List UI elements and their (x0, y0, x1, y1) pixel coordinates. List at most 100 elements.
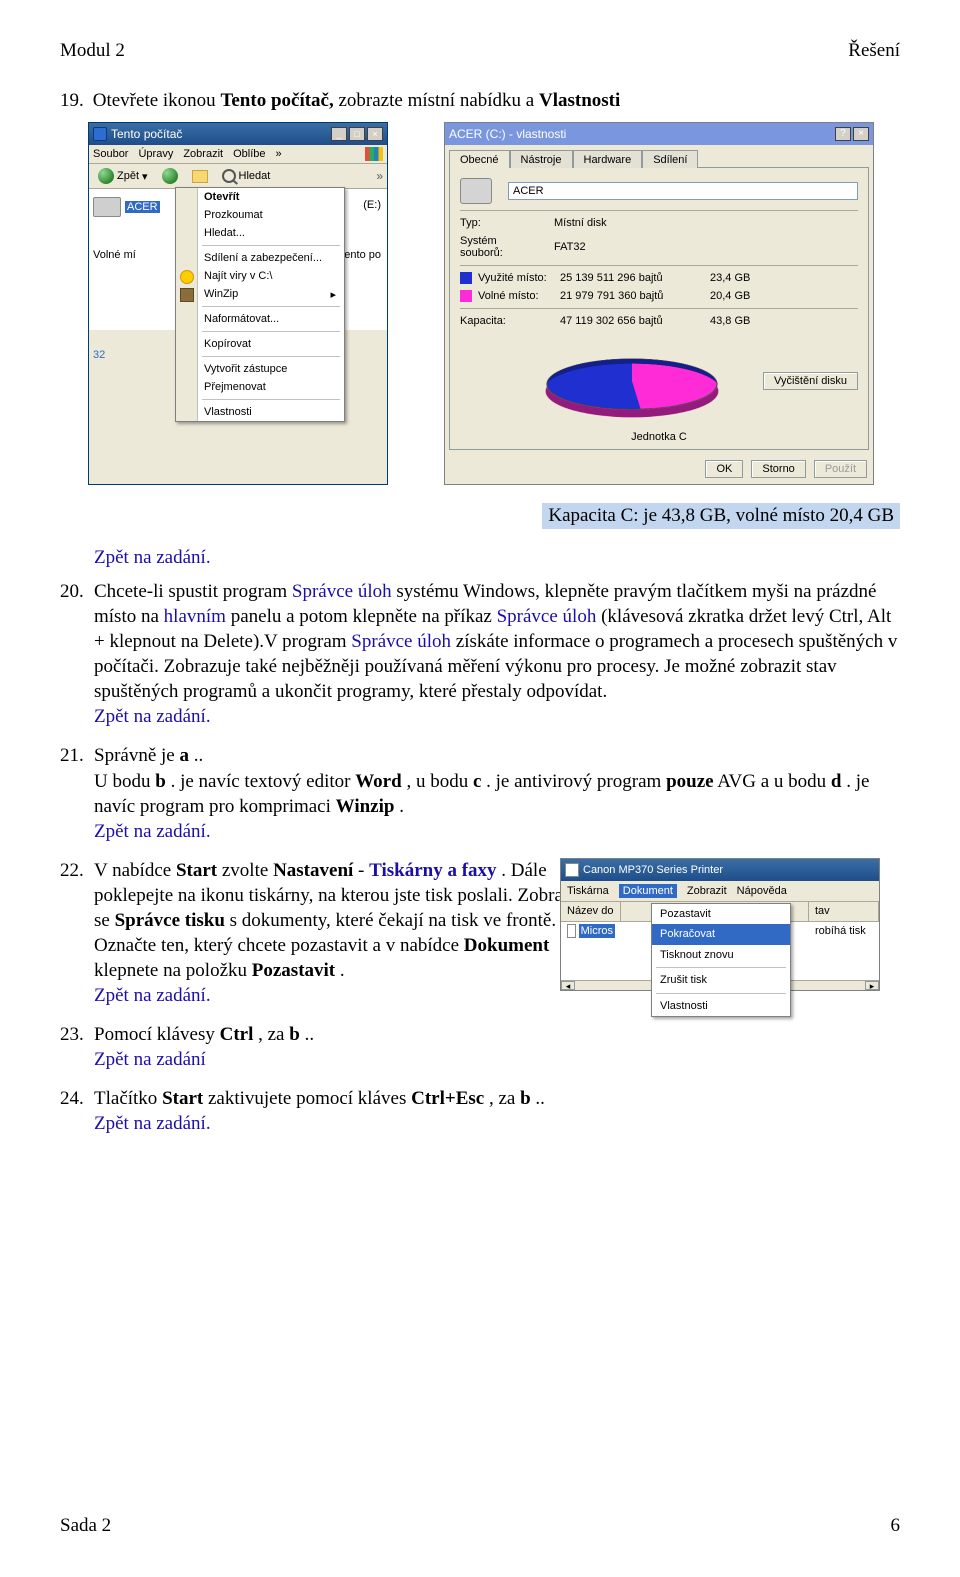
close-button[interactable]: × (367, 127, 383, 141)
close-button[interactable]: × (853, 127, 869, 141)
apply-button[interactable]: Použít (814, 460, 867, 478)
ctx-share[interactable]: Sdílení a zabezpečení... (176, 249, 344, 267)
type-label: Typ: (460, 217, 538, 229)
i21-2f: c (473, 771, 481, 792)
pmenu-zobrazit[interactable]: Zobrazit (687, 884, 727, 899)
toolbar-more[interactable]: » (376, 169, 383, 183)
search-label: Hledat (239, 170, 271, 182)
pctx-props[interactable]: Vlastnosti (652, 996, 790, 1017)
back-link-22[interactable]: Zpět na zadání. (94, 985, 211, 1006)
ctx-explore[interactable]: Prozkoumat (176, 206, 344, 224)
pctx-pause[interactable]: Pozastavit (652, 904, 790, 925)
tab-sdileni[interactable]: Sdílení (642, 150, 698, 168)
footer-right: 6 (891, 1515, 901, 1537)
up-button[interactable] (187, 168, 213, 185)
back-button[interactable]: Zpět ▾ (93, 166, 153, 186)
shield-icon (180, 270, 194, 284)
pmenu-napoveda[interactable]: Nápověda (737, 884, 787, 899)
pctx-cancel[interactable]: Zrušit tisk (652, 970, 790, 991)
ctx-rename[interactable]: Přejmenovat (176, 378, 344, 396)
screenshot-tento-pocitac: Tento počítač _ □ × Soubor Úpravy Zobraz… (88, 122, 388, 485)
tab-obecne[interactable]: Obecné (449, 150, 510, 168)
cap-label: Kapacita: (460, 315, 560, 327)
fs-label: Systém souborů: (460, 235, 538, 259)
pmenu-dokument[interactable]: Dokument (619, 884, 677, 899)
i21-2e: , u bodu (406, 771, 473, 792)
i24-c: zaktivujete pomocí kláves (208, 1088, 411, 1109)
ctx-av-label: Najít viry v C:\ (204, 270, 272, 282)
scroll-right-icon[interactable]: ▸ (865, 981, 879, 990)
i23-b: Ctrl (220, 1024, 254, 1045)
back-link-20[interactable]: Zpět na zadání. (94, 706, 211, 727)
i24-d: Ctrl+Esc (411, 1088, 484, 1109)
menu-oblibene[interactable]: Oblíbe (233, 148, 265, 160)
item-19-number: 19. (60, 90, 88, 112)
i19-t1: Otevřete ikonou (93, 90, 221, 111)
free-label: Volné místo: (478, 290, 539, 302)
ctx-av[interactable]: Najít viry v C:\ (176, 267, 344, 285)
i22-f[interactable]: Tiskárny a faxy (369, 860, 496, 881)
tab-nastroje[interactable]: Nástroje (510, 150, 573, 168)
scroll-left-icon[interactable]: ◂ (561, 981, 575, 990)
item-20-number: 20. (60, 579, 88, 729)
menu-more[interactable]: » (276, 148, 282, 160)
i21-2g: . je antivirový program (486, 771, 666, 792)
ctx-props[interactable]: Vlastnosti (176, 403, 344, 421)
pctx-restart[interactable]: Tisknout znovu (652, 945, 790, 966)
menu-soubor[interactable]: Soubor (93, 148, 128, 160)
item-22: 22. V nabídce Start zvolte Nastavení - T… (60, 858, 900, 1008)
help-button[interactable]: ? (835, 127, 851, 141)
item-19-intro: 19. Otevřete ikonou Tento počítač, zobra… (60, 90, 900, 112)
drive-name-input[interactable] (508, 182, 858, 200)
printer-icon (565, 863, 579, 877)
drive-large-icon (460, 178, 492, 204)
i20-link4[interactable]: Správce úloh (351, 631, 451, 652)
ctx-copy[interactable]: Kopírovat (176, 335, 344, 353)
computer-icon (93, 127, 107, 141)
i24-f: b (520, 1088, 531, 1109)
drive-label: ACER (125, 201, 160, 213)
item-23: 23. Pomocí klávesy Ctrl , za b .. Zpět n… (60, 1022, 900, 1072)
search-button[interactable]: Hledat (217, 167, 276, 185)
back-link-23[interactable]: Zpět na zadání (94, 1049, 206, 1070)
i22-a: V nabídce (94, 860, 176, 881)
ok-button[interactable]: OK (705, 460, 743, 478)
ctx-shortcut[interactable]: Vytvořit zástupce (176, 360, 344, 378)
fs-value: FAT32 (554, 241, 858, 253)
back-link-21[interactable]: Zpět na zadání. (94, 821, 211, 842)
pctx-continue[interactable]: Pokračovat (652, 924, 790, 945)
free-gb: 20,4 GB (710, 290, 770, 302)
i21-2l: Winzip (336, 796, 395, 817)
doc-icon (567, 924, 576, 938)
item-23-number: 23. (60, 1022, 88, 1072)
item-20: 20. Chcete-li spustit program Správce úl… (60, 579, 900, 729)
i20-link2[interactable]: hlavním (164, 606, 226, 627)
maximize-button[interactable]: □ (349, 127, 365, 141)
screenshot-printer: Canon MP370 Series Printer Tiskárna Doku… (560, 858, 880, 992)
printer-menubar: Tiskárna Dokument Zobrazit Nápověda (561, 881, 879, 903)
item-22-number: 22. (60, 858, 88, 1008)
ctx-winzip[interactable]: WinZip ▸ (176, 285, 344, 303)
col-state: tav (809, 902, 879, 921)
back-link-24[interactable]: Zpět na zadání. (94, 1113, 211, 1134)
ctx-find[interactable]: Hledat... (176, 224, 344, 242)
menu-upravy[interactable]: Úpravy (138, 148, 173, 160)
forward-button[interactable] (157, 166, 183, 186)
minimize-button[interactable]: _ (331, 127, 347, 141)
printer-titlebar: Canon MP370 Series Printer (561, 859, 879, 881)
pie-chart-icon (535, 358, 728, 409)
ctx-open[interactable]: Otevřít (176, 188, 344, 206)
context-menu: Otevřít Prozkoumat Hledat... Sdílení a z… (175, 187, 345, 422)
back-link-19[interactable]: Zpět na zadání. (94, 547, 211, 568)
i21-2c: . je navíc textový editor (171, 771, 356, 792)
menu-zobrazit[interactable]: Zobrazit (183, 148, 223, 160)
storno-button[interactable]: Storno (751, 460, 805, 478)
tab-hardware[interactable]: Hardware (573, 150, 643, 168)
i20-link1[interactable]: Správce úloh (292, 581, 392, 602)
pmenu-tiskarna[interactable]: Tiskárna (567, 884, 609, 899)
i20-link3[interactable]: Správce úloh (497, 606, 597, 627)
ctx-format[interactable]: Naformátovat... (176, 310, 344, 328)
i21-2i: AVG a u bodu (717, 771, 831, 792)
i21-2a: U bodu (94, 771, 155, 792)
cleanup-button[interactable]: Vyčištění disku (763, 372, 858, 390)
